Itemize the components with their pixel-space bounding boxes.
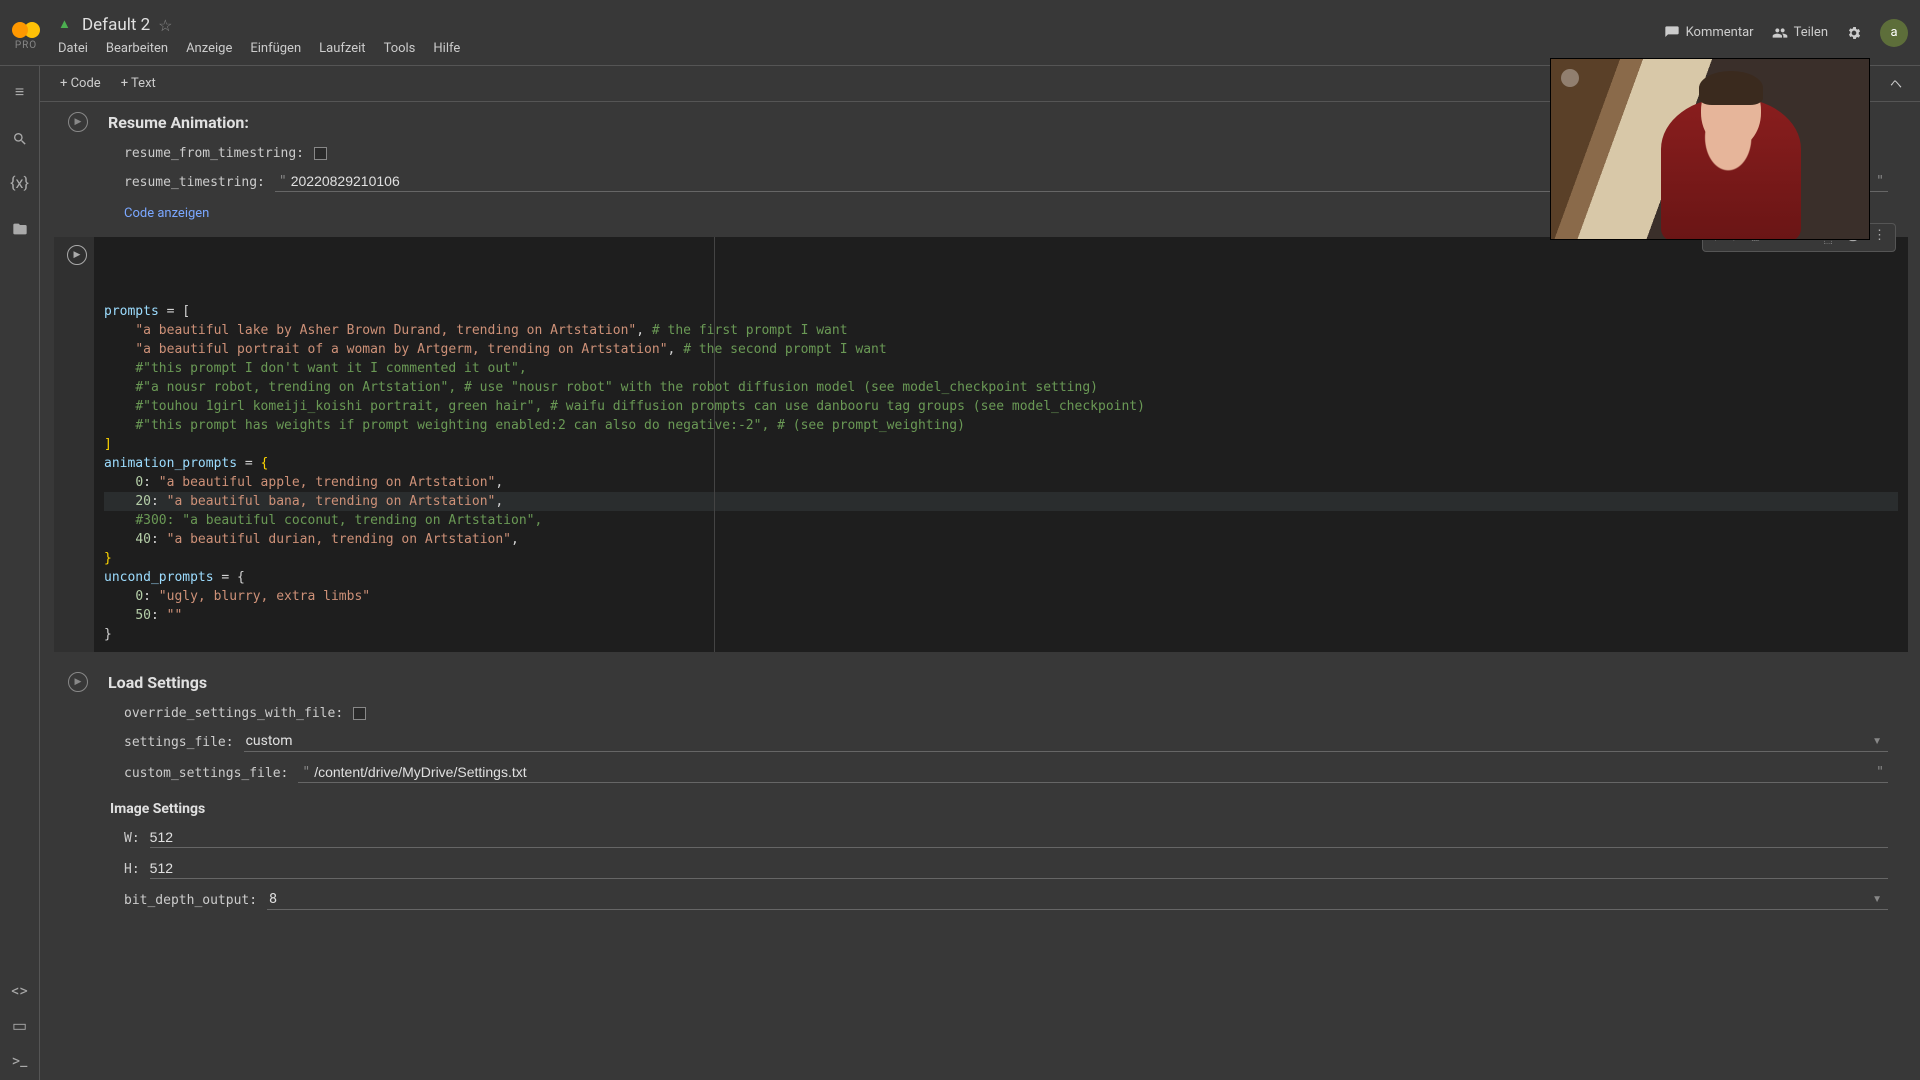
menu-tools[interactable]: Tools xyxy=(384,41,416,56)
caret-down-icon: ▼ xyxy=(1872,894,1888,905)
quote-open: " xyxy=(279,174,287,189)
prompts-code-cell: ↑ ↓ ⎘ ▭ ⚙ ⿻ 🗑 ⋮ ▶ prompts = [ "a beautif… xyxy=(54,237,1908,652)
bitdepth-row: bit_depth_output: 8 ▼ xyxy=(54,885,1908,916)
star-icon[interactable]: ☆ xyxy=(158,16,172,35)
cell-gutter: ▶ xyxy=(54,237,94,652)
w-input[interactable] xyxy=(150,829,1888,845)
command-palette-icon[interactable]: ▭ xyxy=(12,1016,27,1035)
menu-file[interactable]: Datei xyxy=(58,41,88,56)
menu-help[interactable]: Hilfe xyxy=(433,41,460,56)
document-title[interactable]: Default 2 xyxy=(82,15,150,35)
menu-view[interactable]: Anzeige xyxy=(186,41,232,56)
override-checkbox[interactable] xyxy=(353,707,366,720)
comment-icon xyxy=(1664,25,1680,41)
resume-from-ts-label: resume_from_timestring: xyxy=(124,146,304,161)
height-row: H: xyxy=(54,854,1908,885)
add-code-button[interactable]: + Code xyxy=(50,72,111,95)
avatar[interactable]: a xyxy=(1880,19,1908,47)
h-label: H: xyxy=(124,862,140,877)
drive-icon xyxy=(58,18,74,32)
load-title: Load Settings xyxy=(108,673,207,692)
collapse-header-button[interactable]: ヘ xyxy=(1882,71,1910,96)
pro-badge: PRO xyxy=(15,40,37,51)
webcam-watermark-icon xyxy=(1561,69,1579,87)
notebook-main: ▶ Resume Animation: resume_from_timestri… xyxy=(40,102,1920,1080)
quote-close: " xyxy=(1876,174,1884,189)
quote-open: " xyxy=(302,765,310,780)
width-row: W: xyxy=(54,823,1908,854)
quote-close: " xyxy=(1876,765,1884,780)
cell-more-button[interactable]: ⋮ xyxy=(1868,226,1891,249)
override-row: override_settings_with_file: xyxy=(54,700,1908,727)
override-label: override_settings_with_file: xyxy=(124,706,343,721)
editor-ruler xyxy=(714,237,715,652)
h-input[interactable] xyxy=(150,860,1888,876)
menu-bar: Datei Bearbeiten Anzeige Einfügen Laufze… xyxy=(58,35,1664,56)
settings-file-select[interactable]: custom ▼ xyxy=(244,733,1888,752)
bitdepth-select[interactable]: 8 ▼ xyxy=(267,891,1888,910)
caret-down-icon: ▼ xyxy=(1872,736,1888,747)
people-icon xyxy=(1772,25,1788,41)
resume-title: Resume Animation: xyxy=(108,113,249,132)
resume-ts-label: resume_timestring: xyxy=(124,175,265,190)
resume-from-ts-checkbox[interactable] xyxy=(314,147,327,160)
bd-label: bit_depth_output: xyxy=(124,893,257,908)
custom-file-label: custom_settings_file: xyxy=(124,766,288,781)
menu-insert[interactable]: Einfügen xyxy=(250,41,301,56)
search-icon[interactable] xyxy=(12,128,28,147)
variables-icon[interactable]: {x} xyxy=(10,173,29,192)
comment-button[interactable]: Kommentar xyxy=(1664,25,1754,41)
run-resume-button[interactable]: ▶ xyxy=(68,112,88,132)
webcam-hair xyxy=(1699,71,1763,105)
add-text-button[interactable]: + Text xyxy=(111,72,166,95)
code-snippets-icon[interactable]: <> xyxy=(11,981,28,1000)
custom-file-row: custom_settings_file: " " xyxy=(54,758,1908,789)
code-editor[interactable]: prompts = [ "a beautiful lake by Asher B… xyxy=(94,237,1908,652)
files-icon[interactable] xyxy=(12,218,28,237)
menu-runtime[interactable]: Laufzeit xyxy=(319,41,365,56)
webcam-overlay[interactable] xyxy=(1550,58,1870,240)
image-settings-title: Image Settings xyxy=(54,789,1908,823)
settings-file-row: settings_file: custom ▼ xyxy=(54,727,1908,758)
toc-icon[interactable]: ≡ xyxy=(15,82,24,102)
w-label: W: xyxy=(124,831,140,846)
menu-edit[interactable]: Bearbeiten xyxy=(106,41,168,56)
left-rail: ≡ {x} <> ▭ >_ xyxy=(0,66,40,1080)
app-header: PRO Default 2 ☆ Datei Bearbeiten Anzeige… xyxy=(0,0,1920,66)
run-cell-button[interactable]: ▶ xyxy=(67,245,87,265)
terminal-icon[interactable]: >_ xyxy=(12,1051,28,1070)
run-load-button[interactable]: ▶ xyxy=(68,672,88,692)
share-button[interactable]: Teilen xyxy=(1772,25,1828,41)
load-section-header: ▶ Load Settings xyxy=(54,662,1908,700)
gear-icon xyxy=(1846,25,1862,41)
settings-button[interactable] xyxy=(1846,25,1862,41)
custom-file-input[interactable] xyxy=(314,764,1872,780)
colab-logo[interactable]: PRO xyxy=(12,22,40,51)
settings-file-label: settings_file: xyxy=(124,735,234,750)
